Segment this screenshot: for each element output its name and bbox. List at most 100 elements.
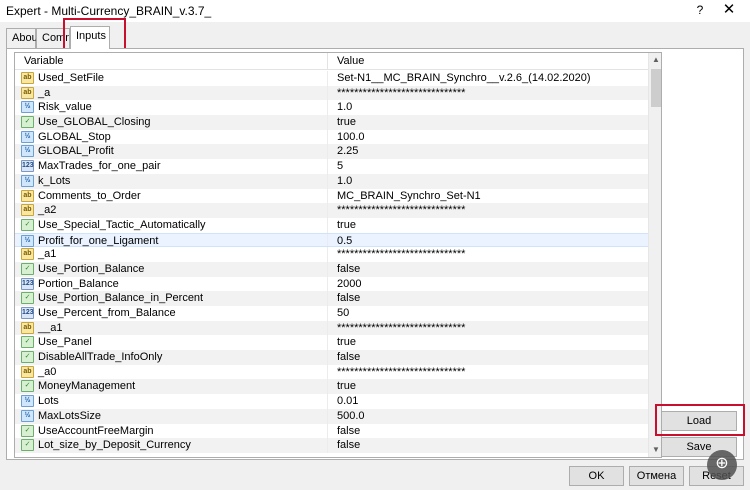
variable-value[interactable]: 50 bbox=[337, 307, 349, 319]
string-type-icon: ab bbox=[21, 189, 34, 202]
zoom-in-icon[interactable]: ⊕ bbox=[707, 450, 737, 480]
variable-value[interactable]: ****************************** bbox=[337, 87, 465, 99]
variable-value[interactable]: false bbox=[337, 292, 360, 304]
column-divider bbox=[327, 423, 328, 439]
table-row[interactable]: ½ GLOBAL_Profit 2.25 bbox=[15, 144, 648, 160]
bool-type-icon: ✓ bbox=[21, 439, 34, 452]
column-divider bbox=[327, 233, 328, 247]
column-divider bbox=[327, 144, 328, 160]
column-divider bbox=[327, 350, 328, 365]
column-divider bbox=[327, 100, 328, 116]
table-row[interactable]: ab Used_SetFile Set-N1__MC_BRAIN_Synchro__… bbox=[15, 71, 648, 86]
variable-value[interactable]: true bbox=[337, 336, 356, 348]
double-type-icon: ½ bbox=[21, 101, 34, 114]
variable-value[interactable]: 100.0 bbox=[337, 131, 365, 143]
variable-value[interactable]: false bbox=[337, 425, 360, 437]
table-row[interactable]: ✓ Use_GLOBAL_Closing true bbox=[15, 115, 648, 130]
integer-type-icon: 123 bbox=[21, 160, 34, 173]
table-row[interactable]: ½ MaxLotsSize 500.0 bbox=[15, 408, 648, 424]
table-row[interactable]: ab __a1 ****************************** bbox=[15, 320, 648, 336]
variable-value[interactable]: true bbox=[337, 219, 356, 231]
variable-value[interactable]: 2000 bbox=[337, 278, 361, 290]
variable-name: Portion_Balance bbox=[38, 277, 119, 290]
bool-type-icon: ✓ bbox=[21, 292, 34, 305]
tab-about[interactable]: About bbox=[6, 28, 41, 48]
variable-value[interactable]: true bbox=[337, 116, 356, 128]
variable-value[interactable]: ****************************** bbox=[337, 366, 465, 378]
table-row[interactable]: ab _a0 ****************************** bbox=[15, 364, 648, 380]
variable-value[interactable]: false bbox=[337, 351, 360, 363]
column-divider bbox=[327, 438, 328, 453]
ok-button[interactable]: OK bbox=[569, 466, 624, 486]
string-type-icon: ab bbox=[21, 204, 34, 217]
column-divider bbox=[327, 276, 328, 292]
table-row[interactable]: ✓ UseAccountFreeMargin false bbox=[15, 423, 648, 439]
column-divider bbox=[327, 306, 328, 321]
column-divider bbox=[327, 320, 328, 336]
table-row[interactable]: ✓ Use_Portion_Balance false bbox=[15, 261, 648, 277]
integer-type-icon: 123 bbox=[21, 307, 34, 319]
variable-value[interactable]: false bbox=[337, 263, 360, 275]
column-divider bbox=[327, 129, 328, 145]
table-row[interactable]: ½ GLOBAL_Stop 100.0 bbox=[15, 129, 648, 145]
cancel-button[interactable]: Отмена bbox=[629, 466, 684, 486]
string-type-icon: ab bbox=[21, 86, 34, 99]
column-divider bbox=[327, 261, 328, 277]
variable-value[interactable]: 0.01 bbox=[337, 395, 358, 407]
column-header-variable[interactable]: Variable bbox=[24, 55, 64, 67]
variable-value[interactable]: ****************************** bbox=[337, 204, 465, 216]
column-divider bbox=[327, 173, 328, 189]
variable-name: Used_SetFile bbox=[38, 72, 105, 84]
tab-inputs[interactable]: Inputs bbox=[70, 26, 110, 49]
table-row[interactable]: ✓ Use_Special_Tactic_Automatically true bbox=[15, 217, 648, 233]
table-row[interactable]: ½ Profit_for_one_Ligament 0.5 bbox=[15, 232, 648, 248]
variable-value[interactable]: MC_BRAIN_Synchro_Set-N1 bbox=[337, 190, 481, 202]
string-type-icon: ab bbox=[21, 321, 34, 334]
table-row[interactable]: ab _a1 ****************************** bbox=[15, 247, 648, 262]
variable-value[interactable]: ****************************** bbox=[337, 248, 465, 260]
table-row[interactable]: ½ Risk_value 1.0 bbox=[15, 100, 648, 116]
variable-name: Use_Special_Tactic_Automatically bbox=[38, 218, 206, 231]
table-row[interactable]: ab _a ****************************** bbox=[15, 85, 648, 101]
table-row[interactable]: 123 MaxTrades_for_one_pair 5 bbox=[15, 159, 648, 174]
table-row[interactable]: ½ Lots 0.01 bbox=[15, 394, 648, 409]
variable-value[interactable]: 5 bbox=[337, 160, 343, 172]
column-header-value[interactable]: Value bbox=[337, 55, 364, 67]
variable-value[interactable]: 1.0 bbox=[337, 101, 352, 113]
bool-type-icon: ✓ bbox=[21, 116, 34, 129]
variable-name: MoneyManagement bbox=[38, 380, 136, 393]
column-divider[interactable] bbox=[327, 53, 328, 70]
table-row[interactable]: 123 Portion_Balance 2000 bbox=[15, 276, 648, 292]
variable-value[interactable]: 0.5 bbox=[337, 235, 352, 247]
table-row[interactable]: ✓ DisableAllTrade_InfoOnly false bbox=[15, 350, 648, 365]
variable-value[interactable]: 1.0 bbox=[337, 175, 352, 187]
table-row[interactable]: ✓ Lot_size_by_Deposit_Currency false bbox=[15, 438, 648, 453]
table-row[interactable]: 123 Use_Percent_from_Balance 50 bbox=[15, 306, 648, 321]
variable-value[interactable]: true bbox=[337, 380, 356, 392]
table-row[interactable]: ab Comments_to_Order MC_BRAIN_Synchro_Set-… bbox=[15, 188, 648, 204]
variable-value[interactable]: 2.25 bbox=[337, 145, 358, 157]
variable-name: _a2 bbox=[38, 204, 57, 217]
column-divider bbox=[327, 394, 328, 409]
variable-value[interactable]: ****************************** bbox=[337, 322, 465, 334]
variable-value[interactable]: Set-N1__MC_BRAIN_Synchro__v.2.6_(14.02.2… bbox=[337, 72, 591, 84]
variable-name: Use_Percent_from_Balance bbox=[38, 307, 176, 319]
scroll-up-icon[interactable]: ▲ bbox=[649, 53, 661, 67]
variable-value[interactable]: false bbox=[337, 439, 360, 451]
table-row[interactable]: ✓ Use_Panel true bbox=[15, 335, 648, 351]
close-icon[interactable]: ✕ bbox=[718, 1, 740, 19]
table-row[interactable]: ✓ MoneyManagement true bbox=[15, 379, 648, 395]
scrollbar-thumb[interactable] bbox=[651, 69, 661, 107]
column-divider bbox=[327, 85, 328, 101]
vertical-scrollbar[interactable]: ▲ ▼ bbox=[648, 53, 661, 457]
variable-name: MaxTrades_for_one_pair bbox=[38, 160, 161, 173]
table-row[interactable]: ✓ Use_Portion_Balance_in_Percent false bbox=[15, 291, 648, 306]
variable-name: Lots bbox=[38, 395, 59, 408]
string-type-icon: ab bbox=[21, 72, 34, 84]
variable-value[interactable]: 500.0 bbox=[337, 410, 365, 422]
table-row[interactable]: ½ k_Lots 1.0 bbox=[15, 173, 648, 189]
bool-type-icon: ✓ bbox=[21, 424, 34, 437]
table-row[interactable]: ab _a2 ****************************** bbox=[15, 203, 648, 218]
help-icon[interactable]: ? bbox=[692, 3, 708, 19]
variable-name: k_Lots bbox=[38, 174, 71, 187]
